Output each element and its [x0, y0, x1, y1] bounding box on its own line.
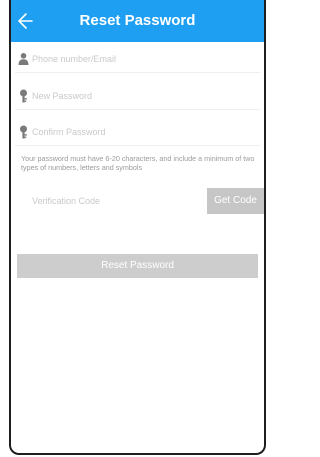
new-password-field — [15, 85, 260, 110]
get-code-button[interactable]: Get Code — [207, 188, 264, 214]
key-icon — [20, 89, 27, 103]
person-icon — [18, 53, 29, 65]
page-title: Reset Password — [79, 12, 196, 29]
confirm-password-input[interactable] — [32, 123, 232, 141]
account-field — [15, 48, 260, 73]
new-password-input[interactable] — [32, 87, 232, 105]
password-hint: Your password must have 6-20 characters,… — [21, 154, 255, 172]
account-input[interactable] — [32, 50, 232, 68]
phone-frame: Reset Password Your password must have 6… — [9, 0, 266, 455]
verification-code-input[interactable] — [32, 192, 182, 210]
verification-row: Get Code — [15, 188, 264, 214]
app-header: Reset Password — [11, 0, 264, 42]
reset-password-button[interactable]: Reset Password — [17, 254, 258, 278]
confirm-password-field — [15, 121, 260, 146]
key-icon — [20, 125, 27, 139]
